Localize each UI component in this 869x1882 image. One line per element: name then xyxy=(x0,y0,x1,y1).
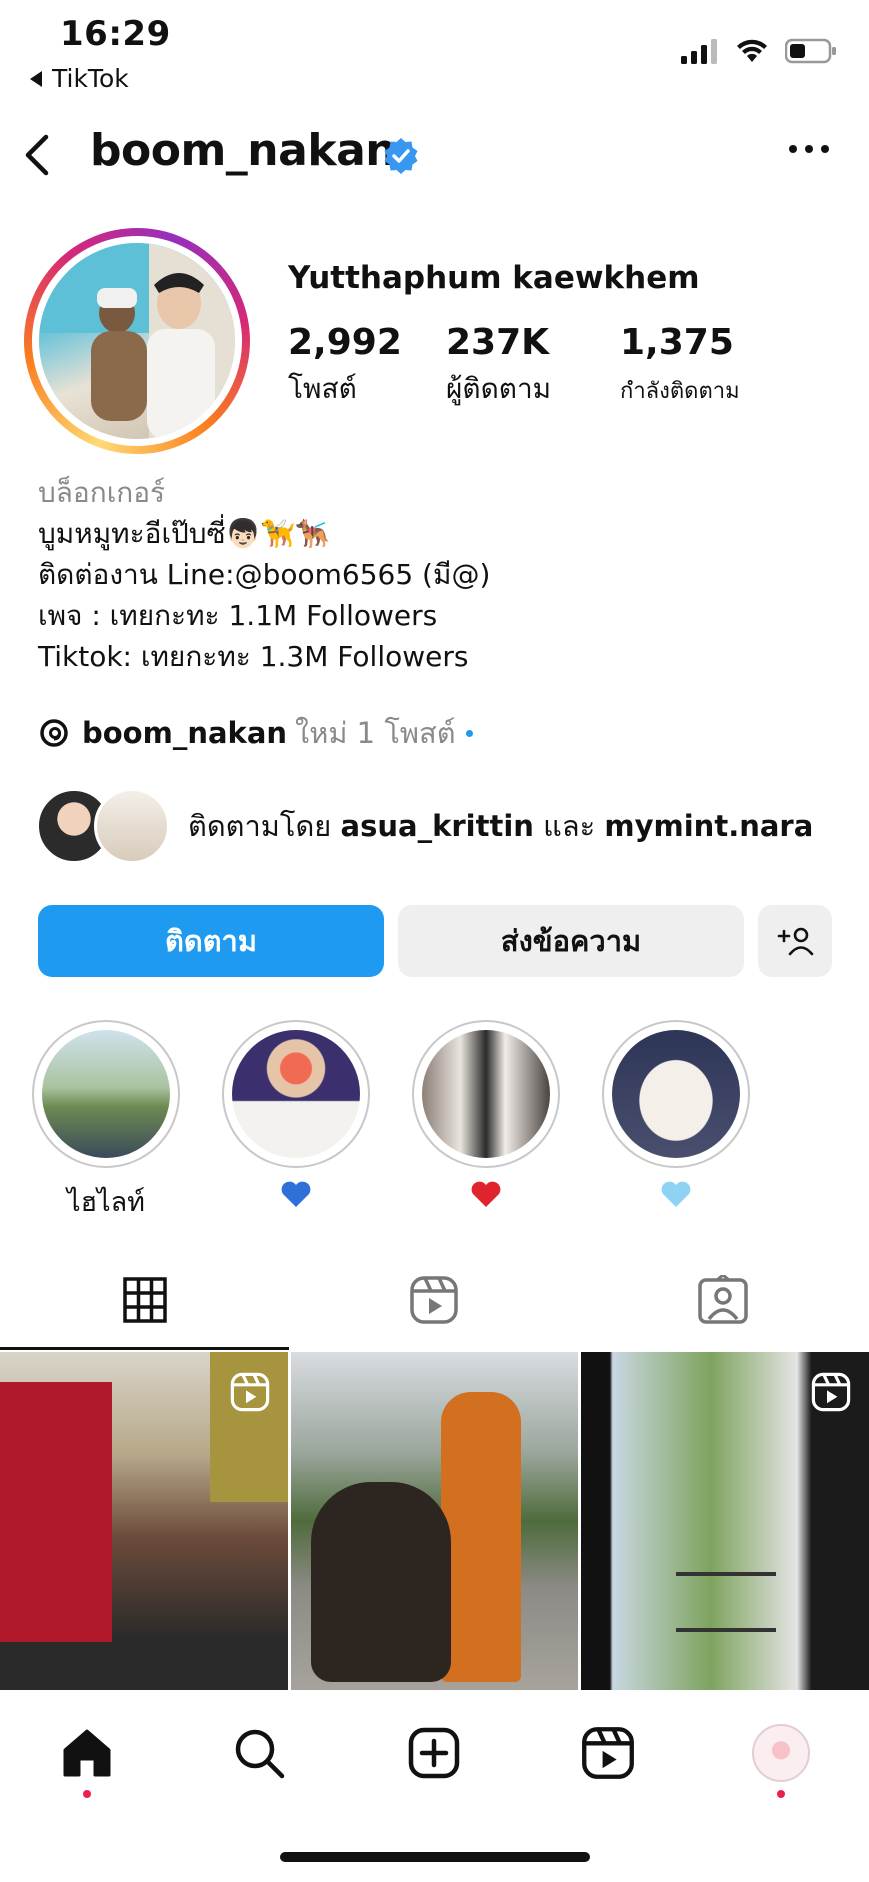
posts-stat[interactable]: 2,992 โพสต์ xyxy=(288,322,402,411)
followers-count: 237K xyxy=(446,322,550,363)
mutual-follower-avatar xyxy=(94,788,170,864)
status-bar: 16:29 TikTok xyxy=(0,0,869,100)
following-stat[interactable]: 1,375 กำลังติดตาม xyxy=(620,322,740,408)
reels-icon xyxy=(409,1276,458,1324)
blue-heart-icon xyxy=(281,1181,311,1207)
reel-indicator-icon xyxy=(230,1372,269,1412)
highlight-label: ไฮไลท์ xyxy=(67,1187,145,1218)
create-icon xyxy=(408,1727,460,1779)
tagged-icon xyxy=(697,1275,748,1324)
message-button[interactable]: ส่งข้อความ xyxy=(398,905,744,977)
signal-icon xyxy=(681,39,717,64)
following-count: 1,375 xyxy=(620,322,734,363)
add-person-icon xyxy=(777,927,814,956)
post-thumbnail[interactable] xyxy=(581,1352,869,1690)
verified-badge-icon xyxy=(384,138,418,174)
back-app-label: TikTok xyxy=(52,64,129,93)
more-options-icon[interactable] xyxy=(789,145,829,153)
profile-category: บล็อกเกอร์ xyxy=(38,476,166,509)
display-name: Yutthaphum kaewkhem xyxy=(288,260,700,296)
suggested-users-button[interactable] xyxy=(758,905,832,977)
highlight-item[interactable] xyxy=(602,1020,750,1215)
posts-label: โพสต์ xyxy=(288,372,357,405)
highlight-item[interactable] xyxy=(412,1020,560,1215)
active-tab-indicator xyxy=(0,1347,289,1350)
followers-label: ผู้ติดตาม xyxy=(446,372,552,405)
follow-button[interactable]: ติดตาม xyxy=(38,905,384,977)
profile-avatar xyxy=(39,243,235,439)
reel-indicator-icon xyxy=(811,1372,851,1412)
threads-icon xyxy=(40,719,68,747)
highlight-cover xyxy=(42,1030,170,1158)
highlight-cover xyxy=(422,1030,550,1158)
tab-reels[interactable] xyxy=(289,1250,578,1350)
post-thumbnail[interactable] xyxy=(290,1352,579,1690)
profile-avatar xyxy=(752,1724,810,1782)
reels-icon xyxy=(582,1727,634,1779)
highlight-item[interactable] xyxy=(222,1020,370,1215)
threads-badge[interactable]: boom_nakan ใหม่ 1 โพสต์ xyxy=(38,710,473,756)
home-icon xyxy=(63,1729,111,1777)
status-icons xyxy=(681,38,837,64)
tab-tagged[interactable] xyxy=(578,1250,867,1350)
back-to-app-link[interactable]: TikTok xyxy=(30,64,129,93)
posts-grid xyxy=(0,1352,869,1690)
nav-create[interactable] xyxy=(397,1716,471,1790)
wifi-icon xyxy=(737,39,767,62)
highlight-item[interactable]: ไฮไลท์ xyxy=(32,1020,180,1223)
status-time: 16:29 xyxy=(60,14,171,54)
bio-line-2: ติดต่องาน Line:@boom6565 (มี@) xyxy=(38,558,491,591)
threads-handle: boom_nakan xyxy=(82,716,288,750)
nav-profile[interactable] xyxy=(744,1716,818,1790)
light-blue-heart-icon xyxy=(661,1181,691,1207)
back-triangle-icon xyxy=(30,70,42,87)
followed-by-row[interactable]: ติดตามโดย asua_krittin และ mymint.nara xyxy=(36,788,813,864)
home-indicator[interactable] xyxy=(280,1852,590,1862)
followed-by-text: ติดตามโดย asua_krittin และ mymint.nara xyxy=(188,809,814,843)
followers-stat[interactable]: 237K ผู้ติดตาม xyxy=(446,322,551,411)
threads-new-dot xyxy=(465,729,473,737)
nav-reels[interactable] xyxy=(571,1716,645,1790)
profile-bio: บล็อกเกอร์ บูมหมูทะอีเป๊บซี่👦🏻🦮🐕‍🦺 ติดต่… xyxy=(38,472,490,677)
profile-header: boom_nakan xyxy=(0,115,869,195)
bio-line-4: Tiktok: เทยกะทะ 1.3M Followers xyxy=(38,640,469,673)
back-arrow-icon[interactable] xyxy=(18,127,58,183)
grid-icon xyxy=(122,1277,167,1323)
following-label: กำลังติดตาม xyxy=(620,379,740,404)
home-notification-dot xyxy=(83,1790,91,1798)
tab-posts-grid[interactable] xyxy=(0,1250,289,1350)
post-thumbnail[interactable] xyxy=(0,1352,288,1690)
bio-emojis: 👦🏻🦮🐕‍🦺 xyxy=(225,517,331,550)
threads-new-posts: ใหม่ 1 โพสต์ xyxy=(295,716,456,750)
red-heart-icon xyxy=(471,1181,501,1207)
nav-search[interactable] xyxy=(222,1716,296,1790)
profile-tabs xyxy=(0,1250,869,1350)
profile-username: boom_nakan xyxy=(90,125,397,176)
highlight-cover xyxy=(232,1030,360,1158)
bottom-nav xyxy=(0,1690,869,1882)
battery-icon xyxy=(785,38,836,64)
search-icon xyxy=(235,1729,285,1779)
profile-notification-dot xyxy=(777,1790,785,1798)
bio-line-1: บูมหมูทะอีเป๊บซี่👦🏻🦮🐕‍🦺 xyxy=(38,517,331,550)
profile-avatar-story-ring[interactable] xyxy=(24,228,250,454)
highlight-cover xyxy=(612,1030,740,1158)
nav-home[interactable] xyxy=(50,1716,124,1790)
bio-line-3: เพจ : เทยกะทะ 1.1M Followers xyxy=(38,599,438,632)
posts-count: 2,992 xyxy=(288,322,402,363)
